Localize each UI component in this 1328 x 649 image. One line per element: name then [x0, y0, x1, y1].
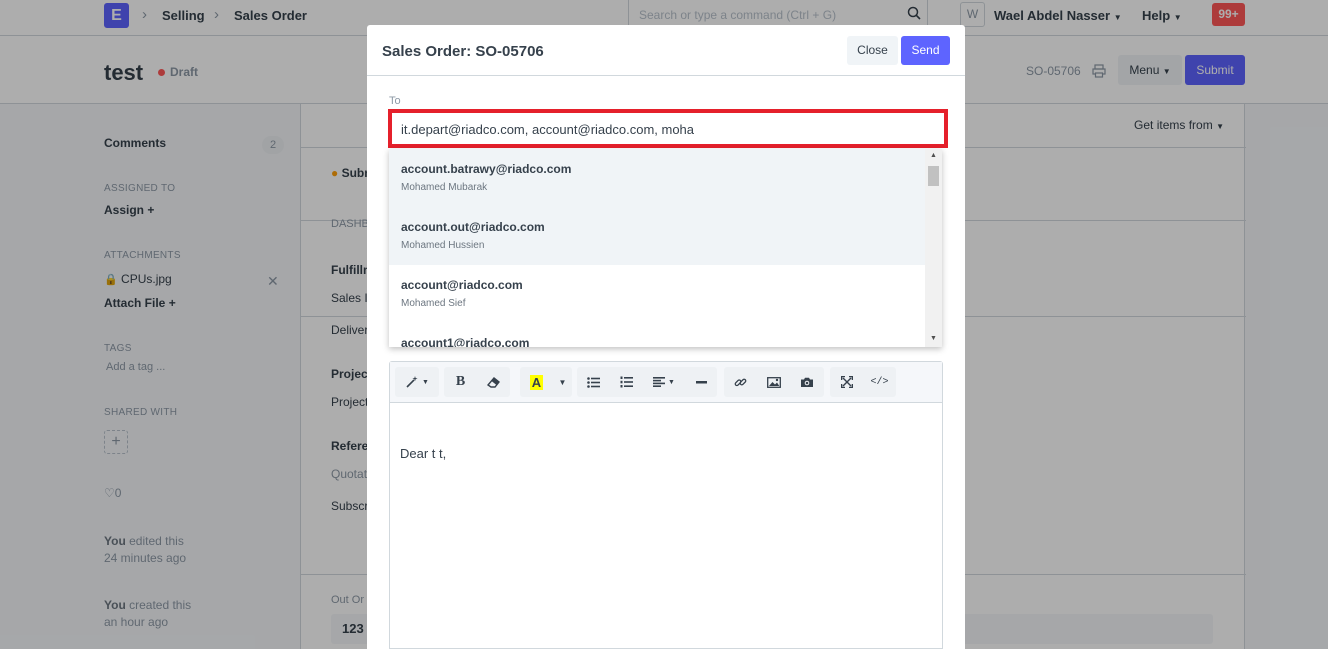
style-button[interactable]: ▼ [395, 367, 439, 397]
caret-down-icon[interactable]: ▼ [553, 367, 572, 397]
toolbar-group-font: B [444, 367, 510, 397]
email-dialog: Sales Order: SO-05706 Close Send To acco… [367, 25, 965, 649]
dialog-header: Sales Order: SO-05706 Close Send [367, 25, 965, 76]
caret-down-icon: ▼ [422, 378, 429, 386]
link-icon[interactable] [724, 367, 757, 397]
suggestion-item[interactable]: account@riadco.com Mohamed Sief [389, 265, 925, 323]
scroll-down-arrow-icon[interactable]: ▼ [930, 335, 937, 342]
to-field-highlight [388, 109, 948, 148]
toolbar-group-style: ▼ [395, 367, 439, 397]
scroll-up-arrow-icon[interactable]: ▲ [930, 152, 937, 159]
dialog-title: Sales Order: SO-05706 [382, 43, 544, 60]
dropdown-scrollbar[interactable]: ▲ ▼ [925, 149, 942, 347]
toolbar-group-insert [724, 367, 824, 397]
suggestion-name: Mohamed Sief [401, 298, 466, 309]
suggestion-item[interactable]: account.out@riadco.com Mohamed Hussien [389, 207, 925, 265]
scrollbar-thumb[interactable] [928, 166, 939, 186]
send-button[interactable]: Send [901, 36, 950, 65]
eraser-icon[interactable] [477, 367, 510, 397]
suggestion-item[interactable]: account1@riadco.com [389, 323, 925, 347]
ordered-list-icon[interactable] [610, 367, 643, 397]
suggestion-item[interactable]: account.batrawy@riadco.com Mohamed Mubar… [389, 149, 925, 207]
horizontal-rule-icon[interactable] [685, 367, 717, 397]
toolbar-group-para: ▼ [577, 367, 717, 397]
code-view-icon[interactable]: </> [863, 367, 896, 397]
align-icon[interactable]: ▼ [643, 367, 685, 397]
camera-icon[interactable] [790, 367, 824, 397]
toolbar-group-color: A ▼ [520, 367, 572, 397]
editor-content[interactable]: Dear t t, [400, 446, 446, 461]
suggestion-email: account.batrawy@riadco.com [401, 162, 572, 176]
email-suggestions-dropdown: account.batrawy@riadco.com Mohamed Mubar… [389, 149, 942, 347]
magic-wand-icon [406, 376, 418, 388]
toolbar-group-view: </> [830, 367, 896, 397]
image-icon[interactable] [757, 367, 790, 397]
to-field-label: To [389, 95, 401, 107]
bold-icon[interactable]: B [444, 367, 477, 397]
suggestion-name: Mohamed Hussien [401, 240, 485, 251]
unordered-list-icon[interactable] [577, 367, 610, 397]
close-button[interactable]: Close [847, 36, 898, 65]
font-color-icon[interactable]: A [520, 367, 553, 397]
suggestion-email: account.out@riadco.com [401, 220, 545, 234]
message-editor: ▼ B A ▼ ▼ </> Dear t t, [389, 361, 943, 649]
editor-toolbar: ▼ B A ▼ ▼ </> [390, 362, 942, 403]
to-email-input[interactable] [394, 115, 942, 143]
fullscreen-icon[interactable] [830, 367, 863, 397]
suggestion-name: Mohamed Mubarak [401, 182, 488, 193]
suggestion-email: account1@riadco.com [401, 336, 530, 347]
suggestion-email: account@riadco.com [401, 278, 523, 292]
